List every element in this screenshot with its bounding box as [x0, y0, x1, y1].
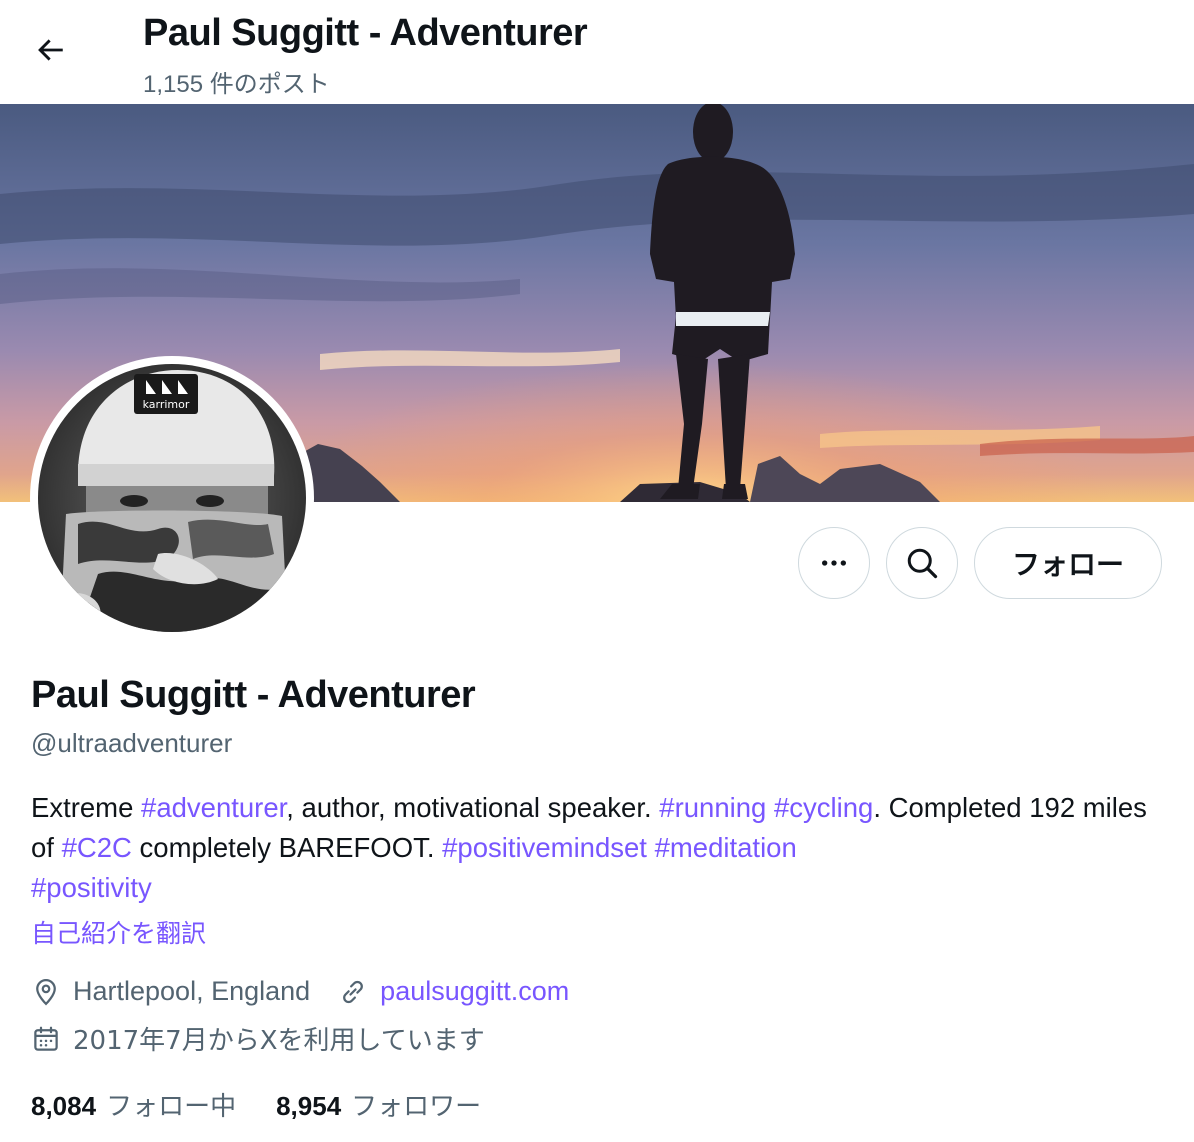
- bio-text: , author, motivational speaker.: [286, 792, 660, 823]
- search-button[interactable]: [886, 527, 958, 599]
- back-button[interactable]: [22, 22, 78, 78]
- bio-text: Extreme: [31, 792, 142, 823]
- bio-text: [647, 832, 655, 863]
- user-handle: @ultraadventurer: [31, 728, 233, 758]
- profile-meta-location-website: Hartlepool, England paulsuggitt.com: [31, 976, 569, 1007]
- bio-text: completely BAREFOOT.: [131, 832, 443, 863]
- search-icon: [907, 548, 938, 579]
- more-horizontal-icon: [822, 560, 846, 566]
- hashtag-link[interactable]: #adventurer: [141, 792, 286, 823]
- hashtag-link[interactable]: #meditation: [655, 832, 797, 863]
- hashtag-link[interactable]: #C2C: [62, 832, 132, 863]
- bio-text: [766, 792, 774, 823]
- followers-count: 8,954: [276, 1091, 342, 1121]
- following-link[interactable]: 8,084 フォロー中: [31, 1086, 236, 1123]
- location-pin-icon: [36, 978, 56, 1005]
- bio: Extreme #adventurer, author, motivationa…: [31, 788, 1171, 908]
- hashtag-link[interactable]: #positivity: [31, 872, 152, 903]
- hashtag-link[interactable]: #running: [659, 792, 766, 823]
- calendar-icon: [34, 1026, 58, 1051]
- more-button[interactable]: [798, 527, 870, 599]
- joined-date: 2017年7月からXを利用しています: [73, 1026, 485, 1056]
- profile-header: Paul Suggitt - Adventurer 1,155 件のポスト: [0, 0, 1194, 104]
- location-text: Hartlepool, England: [73, 976, 311, 1006]
- hashtag-link[interactable]: #cycling: [774, 792, 873, 823]
- post-count: 1,155 件のポスト: [143, 71, 330, 98]
- arrow-left-icon: [38, 39, 63, 61]
- profile-meta-joined: 2017年7月からXを利用しています: [31, 1020, 485, 1057]
- display-name: Paul Suggitt - Adventurer: [31, 674, 476, 716]
- followers-link[interactable]: 8,954 フォロワー: [276, 1086, 481, 1123]
- hashtag-link[interactable]: #positivemindset: [442, 832, 647, 863]
- following-label: フォロー中: [106, 1092, 237, 1122]
- following-count: 8,084: [31, 1091, 97, 1121]
- avatar-photo: karrimor: [38, 364, 306, 632]
- follow-stats: 8,084 フォロー中 8,954 フォロワー: [31, 1086, 521, 1123]
- translate-bio-link[interactable]: 自己紹介を翻訳: [31, 914, 206, 950]
- followers-label: フォロワー: [351, 1092, 482, 1122]
- follow-button[interactable]: フォロー: [974, 527, 1162, 599]
- avatar-brand-label: karrimor: [143, 398, 190, 411]
- avatar[interactable]: karrimor: [30, 356, 314, 640]
- header-title: Paul Suggitt - Adventurer: [143, 12, 588, 54]
- website-link[interactable]: paulsuggitt.com: [380, 976, 569, 1007]
- link-icon: [343, 980, 364, 1003]
